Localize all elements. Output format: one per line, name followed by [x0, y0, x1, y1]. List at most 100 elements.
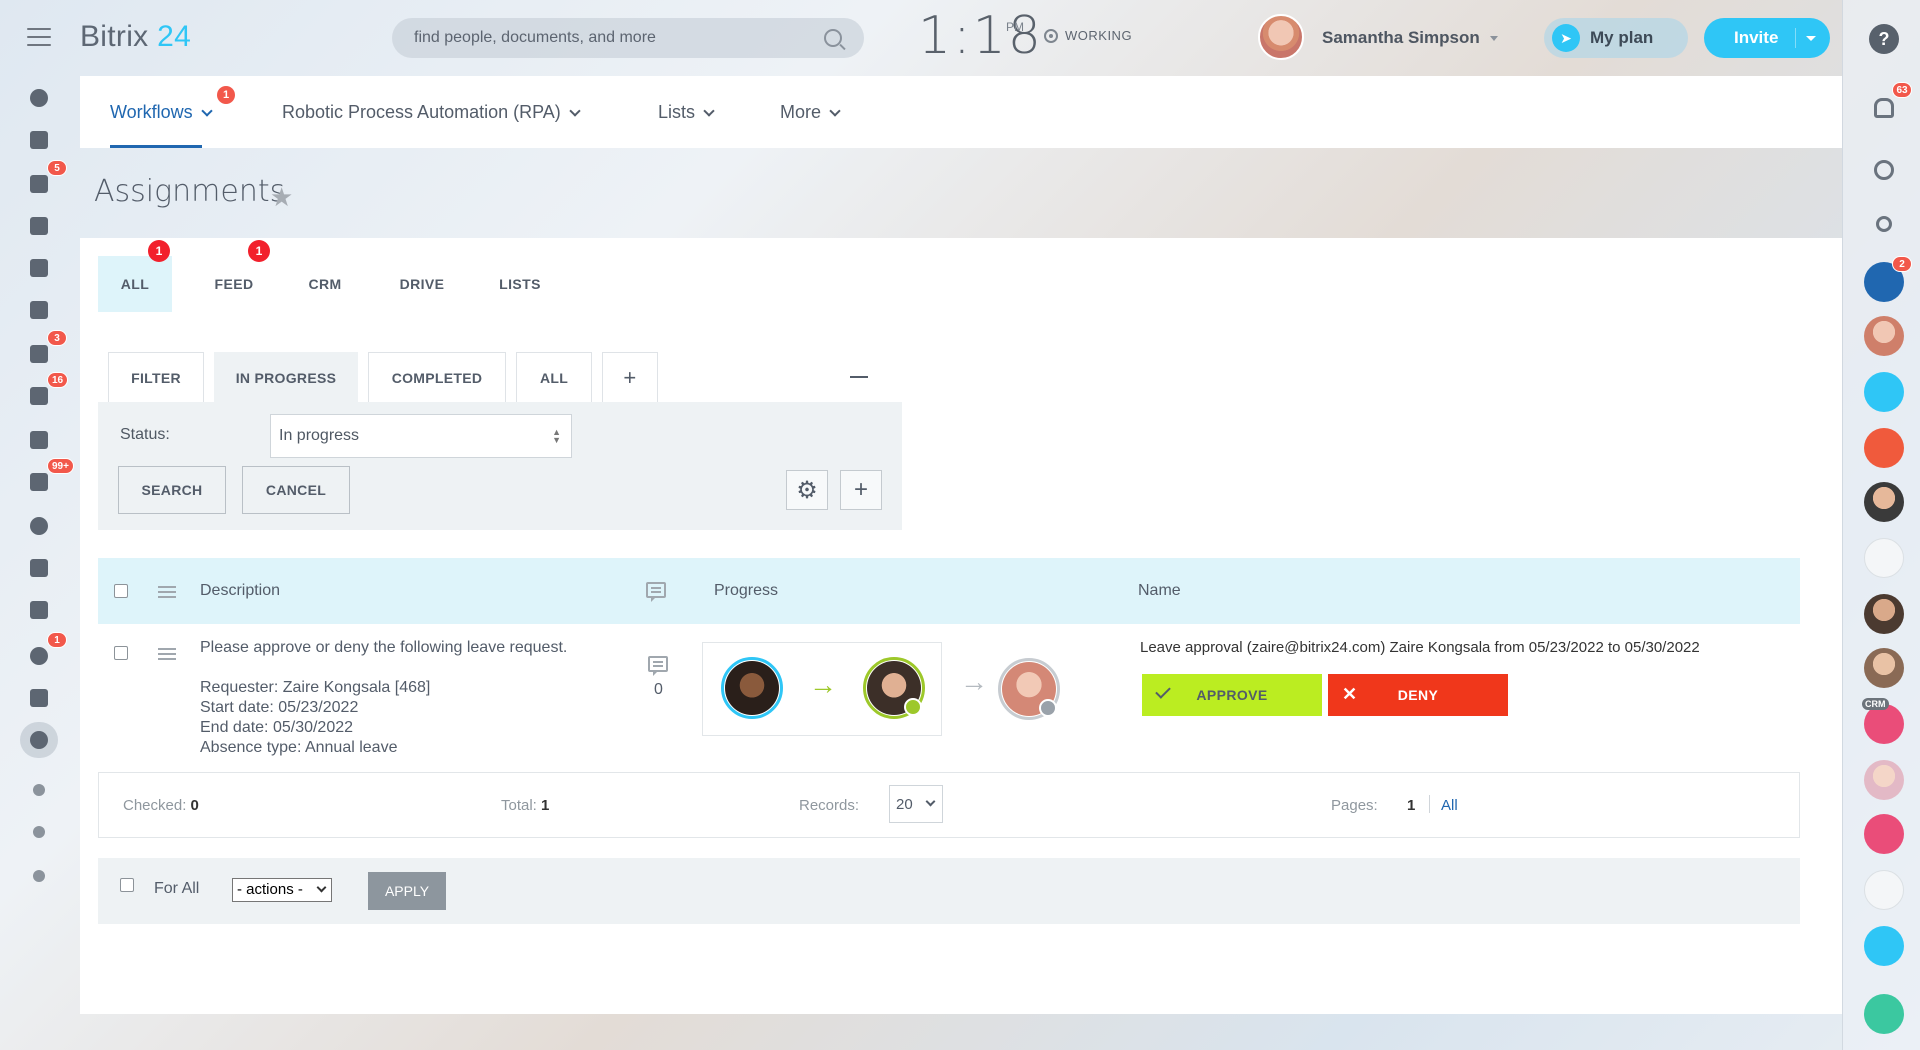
settings-gear-icon[interactable]: [27, 820, 51, 844]
nav-lists[interactable]: Lists: [658, 102, 715, 123]
nav-rpa[interactable]: Robotic Process Automation (RPA): [282, 102, 581, 123]
requester-avatar[interactable]: [721, 657, 783, 719]
contact-avatar[interactable]: [1864, 538, 1904, 578]
work-status-toggle[interactable]: WORKING: [1044, 28, 1132, 43]
filter-tab-completed[interactable]: COMPLETED: [368, 352, 506, 402]
avatar-face: [725, 661, 779, 715]
groups-icon[interactable]: [27, 298, 51, 322]
filter-funnel-icon[interactable]: 99+: [27, 458, 74, 494]
contact-avatar[interactable]: [1864, 594, 1904, 634]
more-down-icon[interactable]: [27, 728, 51, 752]
search-button[interactable]: SEARCH: [118, 466, 226, 514]
activity-stream-icon[interactable]: [27, 86, 51, 110]
comments-icon[interactable]: [648, 656, 668, 676]
crm-chat-icon[interactable]: CRM: [1862, 698, 1904, 744]
tab-lists[interactable]: LISTS: [480, 256, 560, 312]
help-icon[interactable]: ?: [1869, 24, 1899, 54]
phone-icon[interactable]: [1864, 994, 1904, 1034]
header-progress[interactable]: Progress: [714, 582, 778, 600]
header-name[interactable]: Name: [1138, 582, 1181, 600]
announcement-icon[interactable]: [1864, 428, 1904, 468]
lock-chat-icon[interactable]: [1864, 814, 1904, 854]
invite-button[interactable]: Invite: [1704, 18, 1830, 58]
add-field-plus-icon[interactable]: +: [840, 470, 882, 510]
task-check-icon[interactable]: 16: [27, 372, 69, 408]
tab-feed[interactable]: FEED: [192, 256, 276, 312]
header-description[interactable]: Description: [200, 582, 280, 600]
row-name[interactable]: Leave approval (zaire@bitrix24.com) Zair…: [1140, 638, 1700, 658]
chat-icon[interactable]: 5: [27, 160, 67, 196]
lock-chat-icon[interactable]: [1864, 372, 1904, 412]
tasks-board-icon[interactable]: [27, 128, 51, 152]
cancel-button[interactable]: CANCEL: [242, 466, 350, 514]
mail-icon[interactable]: [27, 556, 51, 580]
search-input[interactable]: [414, 29, 824, 47]
approver-avatar[interactable]: [863, 657, 925, 719]
top-bar: Bitrix 24 1:18 PM WORKING Samantha Simps…: [0, 0, 1920, 76]
user-menu[interactable]: Samantha Simpson: [1322, 28, 1498, 48]
documents-icon[interactable]: [27, 256, 51, 280]
drive-icon[interactable]: [27, 214, 51, 238]
messenger-icon[interactable]: [1864, 150, 1904, 190]
page-number[interactable]: 1: [1407, 797, 1415, 814]
filter-tab-all[interactable]: ALL: [516, 352, 592, 402]
row-menu-icon[interactable]: [158, 648, 176, 660]
nav-more[interactable]: More: [780, 102, 841, 123]
records-per-page-select[interactable]: 20: [889, 785, 943, 823]
notifications-bell-icon[interactable]: 63: [1864, 82, 1912, 128]
menu-burger-icon[interactable]: [27, 28, 51, 46]
workflow-progress: →: [702, 642, 942, 736]
automation-icon[interactable]: 1: [27, 632, 67, 668]
search-icon[interactable]: [1864, 204, 1904, 244]
user-avatar[interactable]: [1258, 14, 1304, 60]
tab-all[interactable]: ALL: [98, 256, 172, 312]
settings-gear-icon[interactable]: ⚙: [786, 470, 828, 510]
actions-select[interactable]: - actions -: [232, 878, 332, 902]
chevron-down-icon[interactable]: [1806, 36, 1816, 41]
sliders-icon[interactable]: [27, 686, 51, 710]
nav-workflows[interactable]: Workflows: [110, 102, 213, 123]
for-all-checkbox[interactable]: [120, 878, 134, 892]
filter-tab-in-progress[interactable]: IN PROGRESS: [214, 352, 358, 402]
status-select[interactable]: In progress ▲ ▼: [270, 414, 572, 458]
filter-tab-filter[interactable]: FILTER: [108, 352, 204, 402]
contact-card-icon[interactable]: [27, 428, 51, 452]
deny-button[interactable]: ✕ DENY: [1328, 674, 1508, 716]
apply-button[interactable]: APPLY: [368, 872, 446, 910]
total-label: Total:: [501, 797, 537, 814]
status-select-value: In progress: [279, 427, 360, 444]
row-checkbox[interactable]: [114, 646, 128, 660]
logo[interactable]: Bitrix 24: [80, 20, 191, 54]
approve-button[interactable]: APPROVE: [1142, 674, 1322, 716]
add-plus-icon[interactable]: [27, 864, 51, 888]
chevron-down-icon: [569, 105, 581, 117]
sitemap-icon[interactable]: [27, 778, 51, 802]
tab-crm[interactable]: CRM: [290, 256, 360, 312]
sidebar-badge: 1: [47, 632, 67, 648]
target-icon[interactable]: [27, 514, 51, 538]
pages-all-link[interactable]: All: [1441, 797, 1458, 814]
collapse-filter-icon[interactable]: [850, 376, 868, 378]
contact-avatar[interactable]: [1864, 760, 1904, 800]
my-plan-button[interactable]: ➤ My plan: [1544, 18, 1688, 58]
for-all-label: For All: [154, 880, 200, 897]
contact-avatar[interactable]: [1864, 316, 1904, 356]
clock[interactable]: 1:18: [918, 6, 1043, 66]
select-all-checkbox[interactable]: [114, 584, 128, 598]
box-icon[interactable]: [27, 598, 51, 622]
tab-drive[interactable]: DRIVE: [380, 256, 464, 312]
calendar-icon[interactable]: 3: [27, 330, 67, 366]
column-settings-icon[interactable]: [158, 586, 176, 598]
pending-avatar[interactable]: [998, 658, 1060, 720]
chat-bubble-glyph: [1874, 160, 1894, 180]
global-search[interactable]: [392, 18, 864, 58]
open-channel-icon[interactable]: [1864, 926, 1904, 966]
logo-text: Bitrix: [80, 20, 149, 53]
search-icon[interactable]: [824, 29, 842, 47]
contact-avatar[interactable]: [1864, 482, 1904, 522]
group-avatar[interactable]: [1864, 870, 1904, 910]
group-chat-avatar[interactable]: 2: [1864, 256, 1912, 302]
contact-avatar[interactable]: [1864, 648, 1904, 688]
favorite-star-icon[interactable]: ★: [270, 182, 293, 213]
add-filter-tab-button[interactable]: +: [602, 352, 658, 402]
